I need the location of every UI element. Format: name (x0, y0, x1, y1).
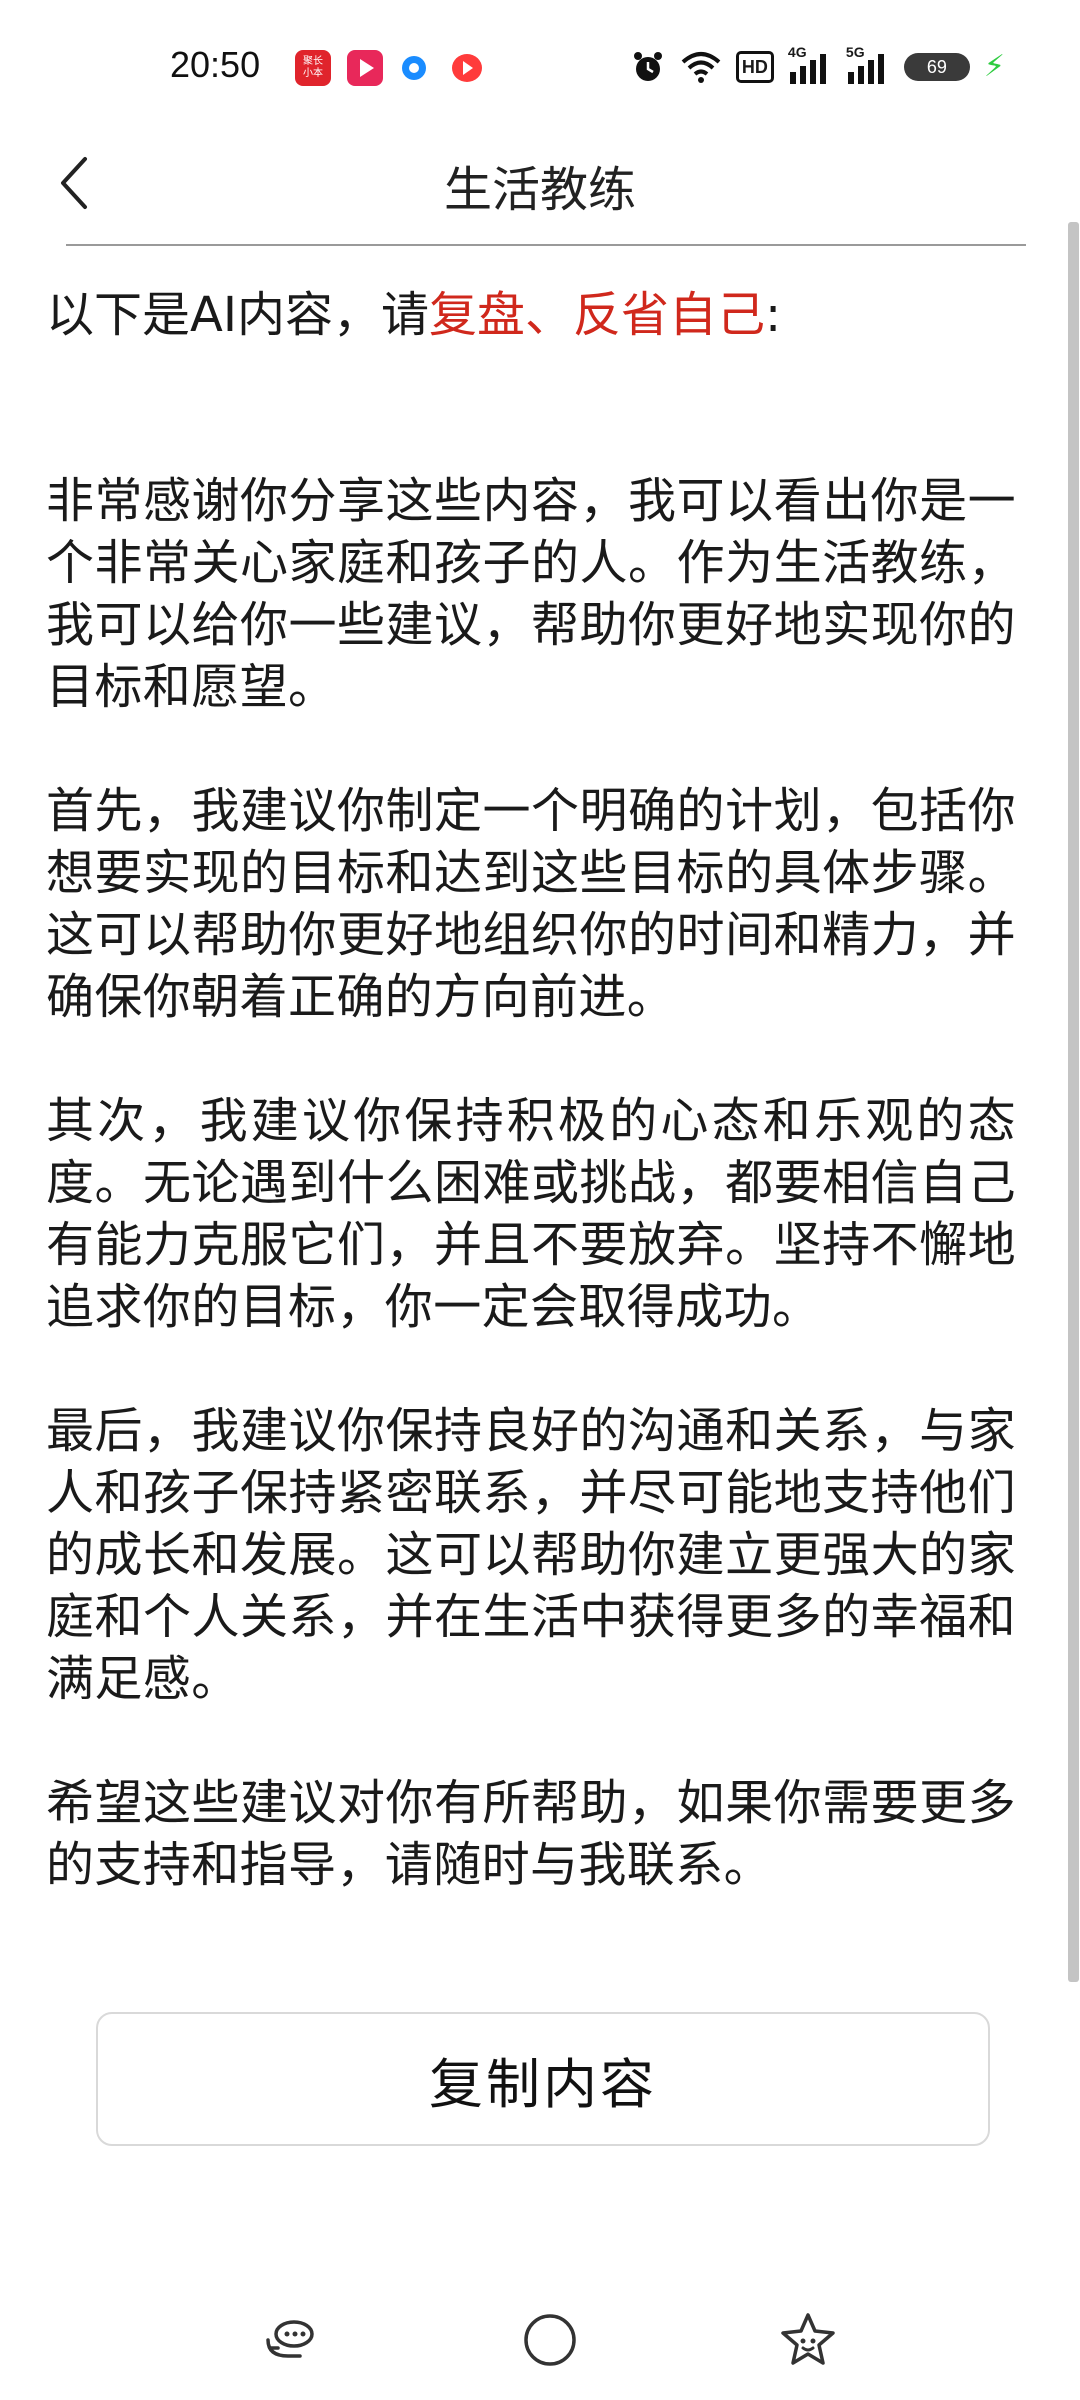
page-title: 生活教练 (443, 162, 636, 218)
wifi-icon (681, 52, 721, 83)
signal-5g-icon: 5G (846, 44, 890, 84)
star-face-icon (781, 2313, 835, 2365)
header-divider (66, 244, 1026, 246)
bottom-nav (0, 2300, 1080, 2400)
intro-prefix: 以下是AI内容，请 (46, 287, 429, 343)
chat-bubble-icon (266, 2320, 314, 2358)
nav-item-favorites[interactable] (776, 2308, 840, 2372)
intro-line: 以下是AI内容，请复盘、反省自己: (46, 280, 1016, 350)
signal-4g-icon: 4G (788, 44, 832, 84)
nav-item-chat[interactable] (258, 2308, 322, 2372)
alarm-icon (633, 52, 662, 81)
copy-content-button[interactable]: 复制内容 (96, 2012, 990, 2146)
battery-icon: 69 (903, 53, 970, 81)
moon-compass-icon (524, 2314, 576, 2366)
hd-icon: HD (735, 51, 774, 83)
charging-icon: ⚡ (983, 49, 1005, 84)
ai-content-area[interactable]: 以下是AI内容，请复盘、反省自己: 非常感谢你分享这些内容，我可以看出你是一个非… (46, 280, 1016, 1958)
system-icons: HD 4G 5G 69 ⚡ (630, 44, 1005, 88)
ai-response: 非常感谢你分享这些内容，我可以看出你是一个非常关心家庭和孩子的人。作为生活教练，… (46, 470, 1016, 1896)
ai-paragraph: 其次，我建议你保持积极的心态和乐观的态度。无论遇到什么困难或挑战，都要相信自己有… (46, 1093, 1016, 1335)
ai-paragraph: 非常感谢你分享这些内容，我可以看出你是一个非常关心家庭和孩子的人。作为生活教练，… (46, 473, 1016, 715)
app-badge-text: 聚长 小本 (303, 56, 323, 79)
net-4g-label: 4G (787, 44, 807, 60)
video-play-icon (347, 50, 383, 86)
ai-paragraph: 首先，我建议你制定一个明确的计划，包括你想要实现的目标和达到这些目标的具体步骤。… (46, 783, 1016, 1025)
blue-dot-app-icon (402, 56, 426, 80)
intro-accent: 复盘、反省自己 (429, 287, 766, 343)
red-play-app-icon (452, 54, 482, 82)
header: 生活教练 (0, 130, 1080, 240)
status-time: 20:50 (170, 44, 261, 85)
nav-item-explore[interactable] (518, 2308, 582, 2372)
scrollbar[interactable] (1068, 222, 1079, 1982)
status-bar: 20:50 聚长 小本 HD 4G 5G 69 ⚡ (0, 0, 1080, 130)
net-5g-label: 5G (845, 44, 865, 60)
ai-paragraph: 最后，我建议你保持良好的沟通和关系，与家人和孩子保持紧密联系，并尽可能地支持他们… (46, 1403, 1016, 1707)
ai-paragraph: 希望这些建议对你有所帮助，如果你需要更多的支持和指导，请随时与我联系。 (46, 1775, 1016, 1893)
app-badge-icon: 聚长 小本 (295, 50, 331, 86)
intro-suffix: : (765, 287, 782, 343)
